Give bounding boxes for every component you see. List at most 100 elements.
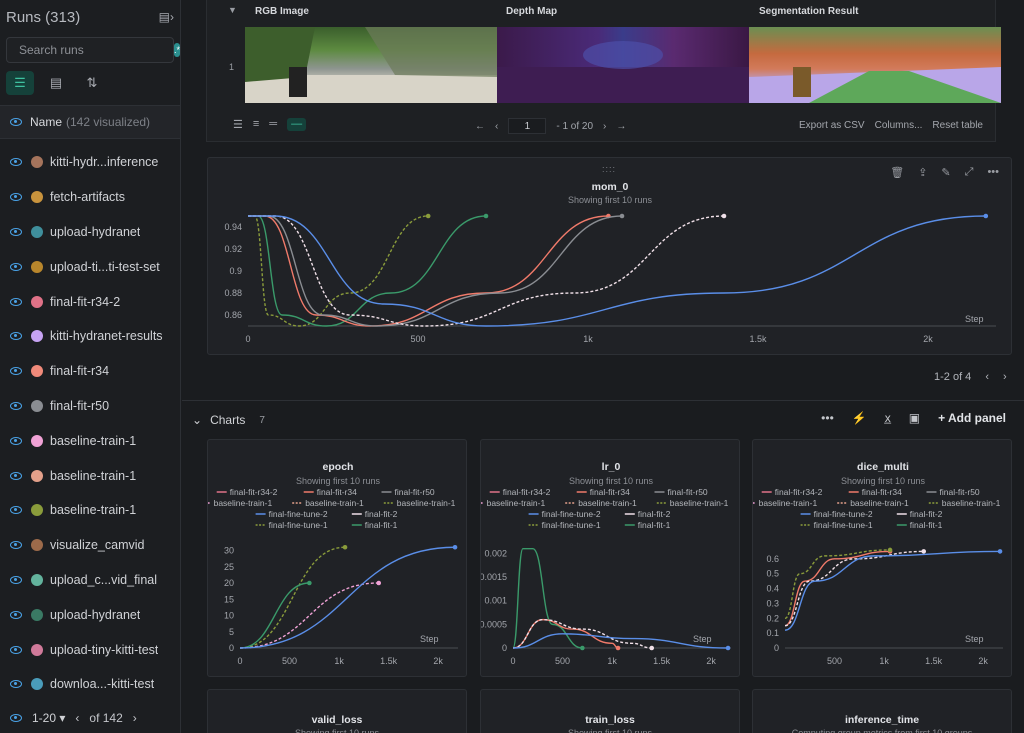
- series-end-point[interactable]: [425, 213, 431, 219]
- run-name[interactable]: upload-tiny-kitti-test: [50, 643, 158, 657]
- chart-panel-dice-multi[interactable]: dice_multi Showing first 10 runs final-fit…: [745, 439, 1012, 677]
- prev-panel-icon[interactable]: ‹: [985, 371, 989, 383]
- run-name[interactable]: final-fit-r34: [50, 364, 109, 378]
- legend-label[interactable]: baseline-train-1: [942, 498, 1001, 508]
- prev-page-icon[interactable]: ‹: [75, 711, 79, 725]
- run-color-dot[interactable]: [31, 225, 43, 238]
- page-range-select[interactable]: 1-20 ▾: [32, 711, 65, 725]
- legend-label[interactable]: final-fit-1: [638, 520, 671, 530]
- run-row[interactable]: visualize_camvid: [0, 528, 180, 563]
- legend-label[interactable]: final-fit-r50: [668, 487, 708, 497]
- run-color-dot[interactable]: [31, 260, 43, 273]
- run-color-dot[interactable]: [31, 469, 43, 482]
- run-row[interactable]: final-fit-r50: [0, 389, 180, 424]
- series-end-point[interactable]: [307, 580, 312, 586]
- export-csv-button[interactable]: Export as CSV: [799, 120, 865, 131]
- series-end-point[interactable]: [983, 213, 989, 219]
- drag-handle-icon[interactable]: ::::: [602, 164, 616, 174]
- table-view-icon[interactable]: ▤›: [159, 10, 174, 24]
- run-name[interactable]: visualize_camvid: [50, 538, 144, 552]
- legend-label[interactable]: baseline-train-1: [578, 498, 637, 508]
- eye-icon[interactable]: [10, 575, 22, 584]
- series-end-point[interactable]: [483, 213, 489, 219]
- sort-button[interactable]: ⇅: [78, 71, 106, 95]
- series-end-point[interactable]: [615, 645, 621, 651]
- run-color-dot[interactable]: [31, 608, 43, 621]
- first-page-icon[interactable]: ←: [475, 121, 485, 132]
- series-line[interactable]: [784, 550, 1001, 631]
- run-row[interactable]: final-fit-r34-2: [0, 284, 180, 319]
- eye-icon[interactable]: [10, 332, 22, 341]
- eye-icon[interactable]: [10, 436, 22, 445]
- series-end-point[interactable]: [921, 549, 927, 554]
- series-end-point[interactable]: [580, 645, 585, 651]
- legend-label[interactable]: final-fit-r34-2: [230, 487, 278, 497]
- legend-label[interactable]: final-fit-1: [910, 520, 943, 530]
- legend-label[interactable]: baseline-train-1: [759, 498, 818, 508]
- eye-icon[interactable]: [10, 506, 22, 515]
- legend-label[interactable]: final-fit-2: [365, 509, 398, 519]
- run-row[interactable]: kitti-hydr...inference: [0, 145, 180, 180]
- run-name[interactable]: downloa...-kitti-test: [50, 677, 154, 691]
- run-name[interactable]: upload-hydranet: [50, 225, 140, 239]
- legend-label[interactable]: baseline-train-1: [850, 498, 909, 508]
- run-color-dot[interactable]: [31, 504, 43, 517]
- page-input[interactable]: [508, 118, 547, 134]
- run-name[interactable]: kitti-hydr...inference: [50, 155, 158, 169]
- eye-icon[interactable]: [10, 471, 22, 480]
- run-name[interactable]: final-fit-r34-2: [50, 295, 120, 309]
- name-column-header[interactable]: Name (142 visualized): [0, 105, 180, 139]
- run-name[interactable]: kitti-hydranet-results: [50, 329, 163, 343]
- run-name[interactable]: upload-hydranet: [50, 608, 140, 622]
- eye-icon[interactable]: [10, 680, 22, 689]
- row-height-large-icon[interactable]: ═: [269, 118, 277, 131]
- row-height-xl-icon[interactable]: —: [287, 118, 307, 131]
- chevron-down-icon[interactable]: ⌄: [192, 413, 202, 427]
- legend-label[interactable]: final-fit-r34: [590, 487, 630, 497]
- run-row[interactable]: upload_c...vid_final: [0, 563, 180, 598]
- run-row[interactable]: upload-hydranet: [0, 215, 180, 250]
- columns-button[interactable]: Columns...: [875, 120, 923, 131]
- magic-wand-icon[interactable]: ⚡: [852, 411, 867, 425]
- series-end-point[interactable]: [452, 544, 458, 550]
- chart-panel-lr-0[interactable]: lr_0 Showing first 10 runs final-fit-r34-2…: [473, 439, 740, 677]
- legend-label[interactable]: final-fit-r34: [862, 487, 902, 497]
- eye-icon[interactable]: [10, 297, 22, 306]
- run-row[interactable]: baseline-train-1: [0, 423, 180, 458]
- run-name[interactable]: upload_c...vid_final: [50, 573, 157, 587]
- run-color-dot[interactable]: [31, 330, 43, 343]
- legend-label[interactable]: final-fit-r34-2: [775, 487, 823, 497]
- filter-button[interactable]: ☰: [6, 71, 34, 95]
- series-end-point[interactable]: [376, 580, 382, 586]
- segmentation-image[interactable]: [749, 27, 1001, 103]
- run-color-dot[interactable]: [31, 156, 43, 169]
- collapse-icon[interactable]: ▼: [228, 5, 237, 15]
- more-icon[interactable]: •••: [987, 166, 999, 179]
- charts-header[interactable]: ⌄ Charts 7: [192, 413, 265, 427]
- legend-label[interactable]: final-fit-r34: [317, 487, 357, 497]
- search-input[interactable]: [19, 43, 174, 57]
- chart-panel-train-loss[interactable]: train_loss Showing first 10 runs: [480, 689, 740, 733]
- next-page-icon[interactable]: ›: [603, 121, 606, 132]
- chart-panel-inference-time[interactable]: inference_time Computing group metrics fr…: [752, 689, 1012, 733]
- run-color-dot[interactable]: [31, 295, 43, 308]
- legend-label[interactable]: final-fit-r34-2: [503, 487, 551, 497]
- edit-icon[interactable]: ✎: [941, 166, 950, 179]
- legend-label[interactable]: final-fit-2: [910, 509, 943, 519]
- eye-icon[interactable]: [10, 118, 22, 126]
- run-row[interactable]: baseline-train-1: [0, 493, 180, 528]
- series-line[interactable]: [247, 215, 429, 327]
- legend-label[interactable]: final-fit-r50: [940, 487, 980, 497]
- series-line[interactable]: [247, 215, 725, 327]
- legend-label[interactable]: baseline-train-1: [487, 498, 546, 508]
- series-line[interactable]: [239, 546, 456, 649]
- rgb-image[interactable]: [245, 27, 497, 103]
- reset-table-button[interactable]: Reset table: [932, 120, 983, 131]
- run-color-dot[interactable]: [31, 539, 43, 552]
- series-end-point[interactable]: [997, 549, 1003, 554]
- eye-icon[interactable]: [10, 714, 22, 722]
- series-end-point[interactable]: [649, 645, 655, 651]
- legend-label[interactable]: baseline-train-1: [397, 498, 456, 508]
- eye-icon[interactable]: [10, 262, 22, 271]
- columns-button[interactable]: ▤: [42, 71, 70, 95]
